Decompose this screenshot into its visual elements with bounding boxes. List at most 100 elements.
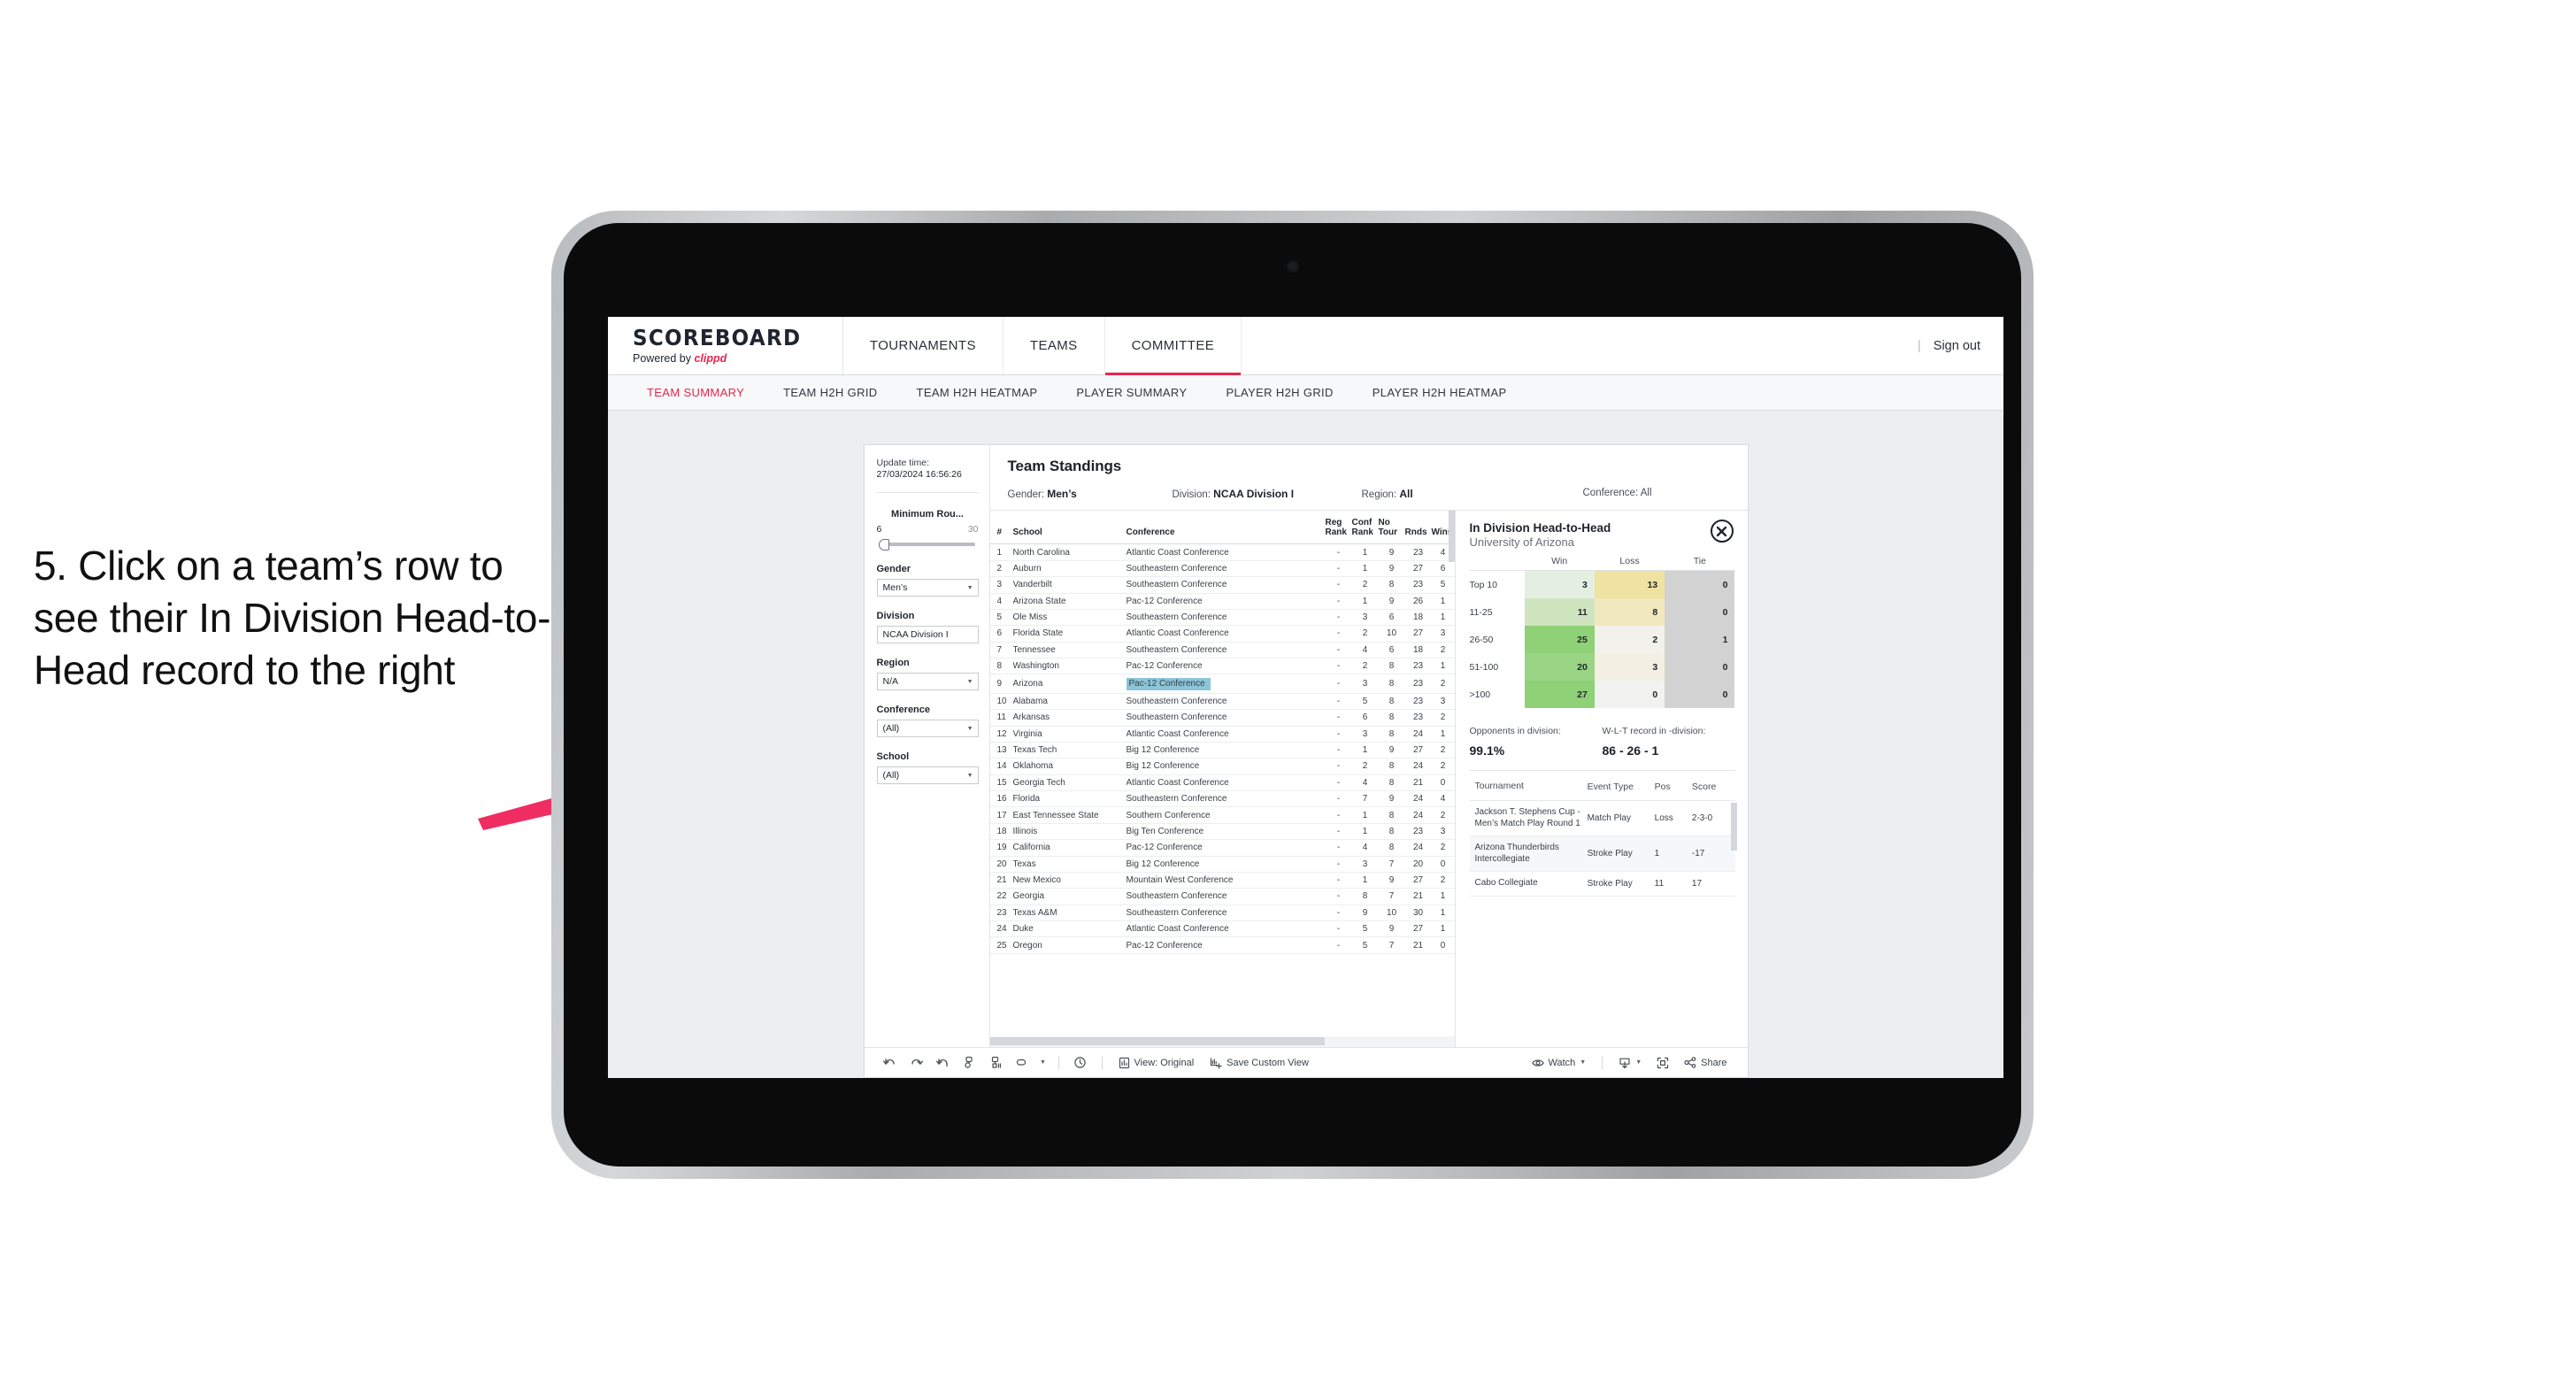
table-row[interactable]: 10 Alabama Southeastern Conference -5 8 23 3 bbox=[989, 693, 1455, 711]
heatmap-cell-win[interactable]: 11 bbox=[1524, 598, 1595, 626]
view-shape-icon[interactable] bbox=[1010, 1053, 1036, 1073]
heatmap-row[interactable]: Top 10 3 13 0 bbox=[1470, 571, 1735, 598]
tab-team-h2h-grid[interactable]: TEAM H2H GRID bbox=[764, 386, 896, 399]
heatmap-cell-loss[interactable]: 3 bbox=[1594, 653, 1665, 681]
scrollbar-thumb[interactable] bbox=[989, 1037, 1325, 1045]
heatmap-cell-win[interactable]: 20 bbox=[1524, 653, 1595, 681]
nav-item-tournaments[interactable]: TOURNAMENTS bbox=[843, 317, 1003, 374]
pause-updates-icon[interactable] bbox=[983, 1053, 1010, 1073]
col-conf-rank[interactable]: Conf Rank bbox=[1351, 511, 1379, 545]
table-row[interactable]: 7 Tennessee Southeastern Conference -4 6 18 2 bbox=[989, 642, 1455, 659]
table-row[interactable]: 22 Georgia Southeastern Conference -8 7 21 1 bbox=[989, 888, 1455, 905]
view-shape-caret-icon[interactable]: ▼ bbox=[1036, 1053, 1050, 1073]
heatmap-cell-loss[interactable]: 2 bbox=[1594, 626, 1665, 653]
gender-select[interactable]: Men’s ▼ bbox=[876, 579, 979, 597]
watch-button[interactable]: Watch ▼ bbox=[1524, 1058, 1595, 1068]
save-custom-view-button[interactable]: Save Custom View bbox=[1202, 1057, 1317, 1069]
col-event-type[interactable]: Event Type bbox=[1587, 773, 1655, 802]
region-select[interactable]: N/A ▼ bbox=[876, 673, 979, 690]
heatmap-cell-win[interactable]: 27 bbox=[1524, 681, 1595, 708]
fullscreen-button[interactable] bbox=[1649, 1053, 1676, 1073]
table-row[interactable]: 20 Texas Big 12 Conference -3 7 20 0 bbox=[989, 856, 1455, 873]
table-row[interactable]: 11 Arkansas Southeastern Conference -6 8 23 2 bbox=[989, 709, 1455, 727]
table-row[interactable]: 6 Florida State Atlantic Coast Conference -… bbox=[989, 625, 1455, 643]
heatmap-row[interactable]: 51-100 20 3 0 bbox=[1470, 653, 1735, 681]
col-conference[interactable]: Conference bbox=[1126, 511, 1326, 545]
col-school[interactable]: School bbox=[1012, 511, 1127, 545]
undo-icon[interactable] bbox=[877, 1053, 904, 1073]
table-row[interactable]: 5 Ole Miss Southeastern Conference -3 6 18 1 bbox=[989, 609, 1455, 627]
table-row[interactable]: 19 California Pac-12 Conference -4 8 24 2 bbox=[989, 839, 1455, 857]
nav-item-committee[interactable]: COMMITTEE bbox=[1104, 317, 1242, 375]
view-original-button[interactable]: View: Original bbox=[1111, 1057, 1203, 1069]
tab-team-h2h-heatmap[interactable]: TEAM H2H HEATMAP bbox=[897, 386, 1057, 399]
tab-player-h2h-heatmap[interactable]: PLAYER H2H HEATMAP bbox=[1353, 386, 1526, 399]
heatmap-cell-tie[interactable]: 0 bbox=[1665, 681, 1735, 708]
col-pos[interactable]: Pos bbox=[1654, 773, 1692, 802]
heatmap-cell-loss[interactable]: 13 bbox=[1594, 571, 1665, 598]
table-row[interactable]: 16 Florida Southeastern Conference -7 9 24 4 bbox=[989, 790, 1455, 808]
heatmap-row[interactable]: 11-25 11 8 0 bbox=[1470, 598, 1735, 626]
table-row[interactable]: 4 Arizona State Pac-12 Conference -1 9 26 1 bbox=[989, 593, 1455, 610]
heatmap-cell-loss[interactable]: 8 bbox=[1594, 598, 1665, 626]
tab-player-summary[interactable]: PLAYER SUMMARY bbox=[1057, 386, 1206, 399]
cell-reg-rank: - bbox=[1325, 726, 1352, 743]
tab-team-summary[interactable]: TEAM SUMMARY bbox=[627, 386, 764, 399]
heatmap-cell-tie[interactable]: 0 bbox=[1665, 653, 1735, 681]
table-row[interactable]: 23 Texas A&M Southeastern Conference -9 10 30… bbox=[989, 905, 1455, 922]
col-reg-rank[interactable]: Reg Rank bbox=[1325, 511, 1352, 545]
table-row[interactable]: 3 Vanderbilt Southeastern Conference -2 8 23 5 bbox=[989, 576, 1455, 594]
slider-handle[interactable] bbox=[878, 539, 889, 551]
table-row[interactable]: 8 Washington Pac-12 Conference -2 8 23 1 bbox=[989, 658, 1455, 675]
sign-out-link[interactable]: Sign out bbox=[1934, 339, 1980, 353]
table-row[interactable]: 24 Duke Atlantic Coast Conference -5 9 27 1 bbox=[989, 920, 1455, 938]
heatmap-cell-loss[interactable]: 0 bbox=[1594, 681, 1665, 708]
heatmap-row[interactable]: >100 27 0 0 bbox=[1470, 681, 1735, 708]
revert-icon[interactable] bbox=[930, 1053, 957, 1073]
tournaments-scrollbar[interactable] bbox=[1730, 803, 1737, 851]
tournament-row[interactable]: Arizona Thunderbirds Intercollegiate Stro… bbox=[1469, 835, 1735, 873]
table-row[interactable]: 25 Oregon Pac-12 Conference -5 7 21 0 bbox=[989, 936, 1455, 954]
col-rnds[interactable]: Rnds bbox=[1404, 511, 1432, 545]
col-rank[interactable]: # bbox=[989, 511, 1013, 545]
table-row[interactable]: 9 Arizona Pac-12 Conference -3 8 23 2 bbox=[989, 674, 1455, 694]
table-row[interactable]: 18 Illinois Big Ten Conference -1 8 23 3 bbox=[989, 823, 1455, 841]
table-row[interactable]: 21 New Mexico Mountain West Conference -1 9 2… bbox=[989, 872, 1455, 889]
heatmap-cell-tie[interactable]: 0 bbox=[1665, 598, 1735, 626]
table-row[interactable]: 17 East Tennessee State Southern Conferenc… bbox=[989, 806, 1455, 824]
tournament-row[interactable]: Jackson T. Stephens Cup - Men’s Match Pl… bbox=[1469, 800, 1735, 837]
heatmap-cell-tie[interactable]: 1 bbox=[1665, 626, 1735, 653]
nav-item-teams[interactable]: TEAMS bbox=[1003, 317, 1105, 374]
division-select[interactable]: NCAA Division I bbox=[876, 626, 979, 643]
brand-logo[interactable]: SCOREBOARD Powered by clippd bbox=[608, 317, 843, 374]
standings-horizontal-scrollbar[interactable] bbox=[989, 1036, 1455, 1047]
table-row[interactable]: 12 Virginia Atlantic Coast Conference -3 8 24… bbox=[989, 726, 1455, 743]
table-row[interactable]: 13 Texas Tech Big 12 Conference -1 9 27 2 bbox=[989, 742, 1455, 759]
redo-icon[interactable] bbox=[904, 1053, 930, 1073]
heatmap-cell-win[interactable]: 25 bbox=[1524, 626, 1595, 653]
table-row[interactable]: 15 Georgia Tech Atlantic Coast Conference -… bbox=[989, 774, 1455, 792]
cell-rnds: 30 bbox=[1404, 905, 1432, 922]
download-button[interactable]: ▼ bbox=[1611, 1057, 1649, 1069]
heatmap-row[interactable]: 26-50 25 2 1 bbox=[1470, 626, 1735, 653]
refresh-data-icon[interactable] bbox=[957, 1053, 983, 1073]
table-row[interactable]: 1 North Carolina Atlantic Coast Conference… bbox=[989, 543, 1455, 561]
col-tournament[interactable]: Tournament bbox=[1469, 773, 1588, 802]
history-icon[interactable] bbox=[1067, 1053, 1094, 1073]
min-rounds-slider[interactable] bbox=[877, 539, 979, 551]
cell-rnds: 24 bbox=[1404, 806, 1432, 824]
cell-conf-rank: 1 bbox=[1351, 806, 1379, 824]
tab-player-h2h-grid[interactable]: PLAYER H2H GRID bbox=[1206, 386, 1352, 399]
heatmap-cell-tie[interactable]: 0 bbox=[1665, 571, 1735, 598]
tournament-row[interactable]: Cabo Collegiate Stroke Play 11 17 bbox=[1469, 871, 1735, 897]
share-button[interactable]: Share bbox=[1676, 1057, 1734, 1068]
standings-vertical-scrollbar[interactable] bbox=[1448, 511, 1455, 562]
heatmap-cell-win[interactable]: 3 bbox=[1524, 571, 1595, 598]
col-score[interactable]: Score bbox=[1691, 773, 1735, 802]
col-no-tour[interactable]: No Tour bbox=[1378, 511, 1405, 545]
conference-select[interactable]: (All) ▼ bbox=[876, 720, 979, 737]
table-row[interactable]: 14 Oklahoma Big 12 Conference -2 8 24 2 bbox=[989, 758, 1455, 775]
school-select[interactable]: (All) ▼ bbox=[876, 766, 979, 784]
table-row[interactable]: 2 Auburn Southeastern Conference -1 9 27 6 bbox=[989, 560, 1455, 578]
close-circle-icon[interactable] bbox=[1710, 520, 1734, 543]
